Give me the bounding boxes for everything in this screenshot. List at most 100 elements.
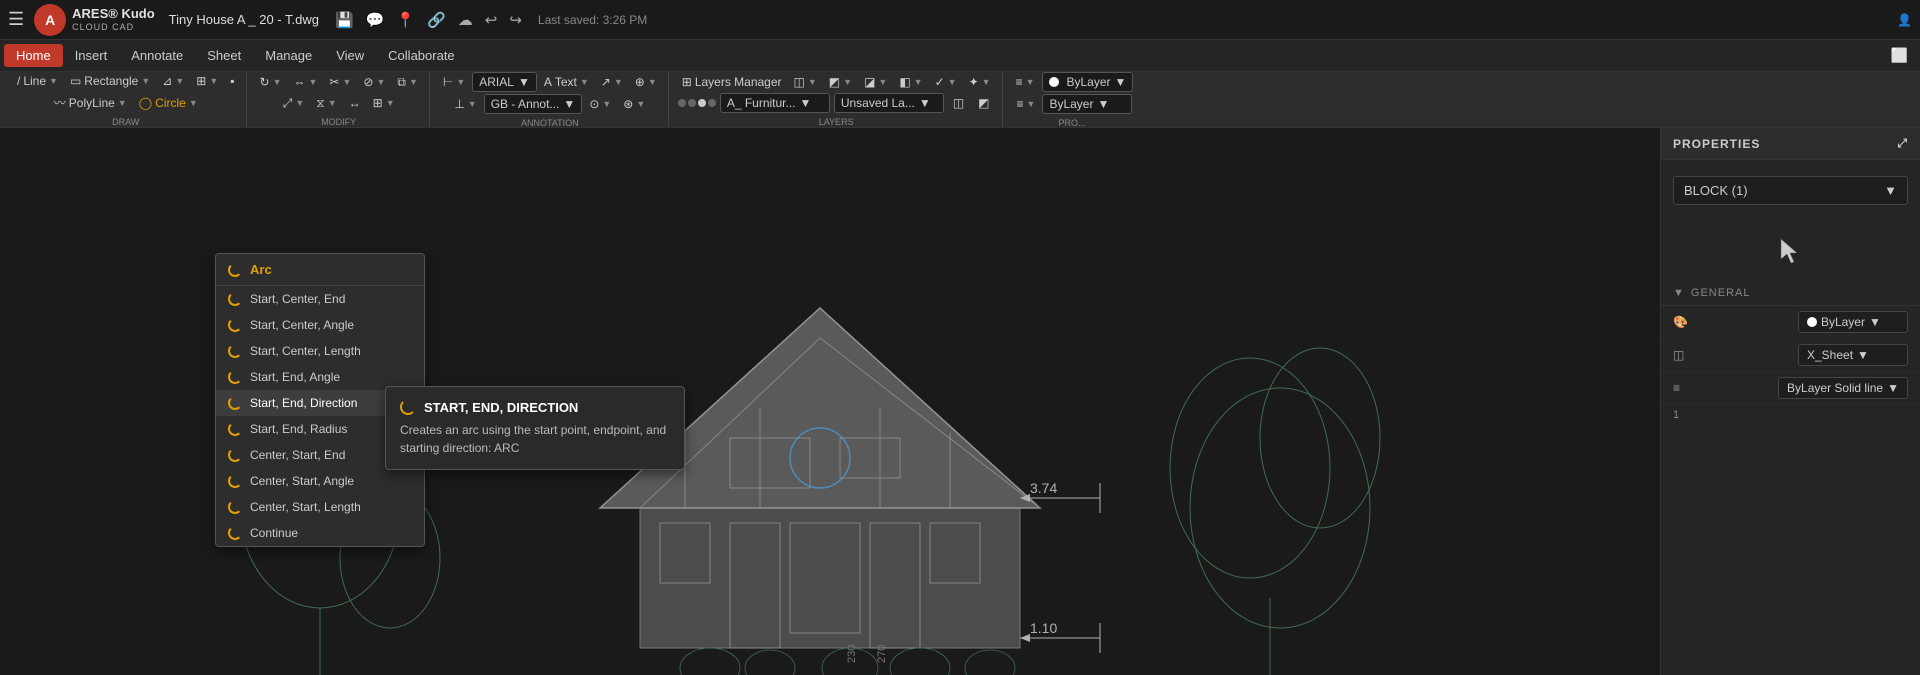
layer-state-btn2[interactable]: ◩ <box>973 94 994 112</box>
modify-btn8[interactable]: ↔ <box>344 94 366 112</box>
arc-icon-10 <box>228 526 242 540</box>
modify-btn4[interactable]: ⊘▼ <box>358 73 390 91</box>
user-avatar[interactable]: 👤 <box>1897 13 1912 27</box>
rectangle-button[interactable]: ▭ Rectangle ▼ <box>65 72 155 90</box>
bylayer-prop-row: 🎨 ByLayer ▼ <box>1661 306 1920 339</box>
collapse-icon[interactable]: ⤢ <box>1897 136 1908 151</box>
menu-home[interactable]: Home <box>4 44 63 67</box>
bylayer-dropdown2[interactable]: ByLayer ▼ <box>1042 94 1132 114</box>
minimize-panel-icon[interactable]: ⬜ <box>1891 47 1916 64</box>
layer-btn4[interactable]: ◧▼ <box>894 73 927 91</box>
circle-dropdown-arrow[interactable]: ▼ <box>189 98 198 108</box>
undo-icon[interactable]: ↩ <box>485 11 498 29</box>
marker-icon[interactable]: 📍 <box>396 11 415 29</box>
modify-btn3[interactable]: ✂▼ <box>324 73 356 91</box>
solid-line-dropdown[interactable]: ByLayer Solid line ▼ <box>1778 377 1908 399</box>
arc-start-center-length[interactable]: Start, Center, Length <box>216 338 424 364</box>
solidline-arr: ▼ <box>1887 381 1899 395</box>
layers-icon: ⊞ <box>682 75 692 89</box>
collapse-arrow-icon[interactable]: ▼ <box>1673 287 1685 299</box>
chat-icon[interactable]: 💬 <box>366 11 385 29</box>
share-icon[interactable]: 🔗 <box>427 11 446 29</box>
layers-manager-button[interactable]: ⊞ Layers Manager <box>677 73 787 91</box>
layer-state-btn1[interactable]: ◫ <box>948 94 969 112</box>
properties-header: PROPERTIES ⤢ <box>1661 128 1920 160</box>
line-button[interactable]: / Line ▼ <box>12 72 63 90</box>
toolbar-icon-group2[interactable]: ⊞ ▼ <box>191 72 223 90</box>
annot-btn6[interactable]: ⊛▼ <box>618 95 650 113</box>
arc-icon-7 <box>228 448 242 462</box>
arc-icon-4 <box>228 370 242 384</box>
polyline-dropdown-arrow[interactable]: ▼ <box>118 98 127 108</box>
svg-text:1.10: 1.10 <box>1030 620 1057 636</box>
toolbar: / Line ▼ ▭ Rectangle ▼ ⊿ ▼ ⊞ ▼ ▪ <box>0 72 1920 128</box>
menu-collaborate[interactable]: Collaborate <box>376 44 467 67</box>
toolbar-icon-group3[interactable]: ▪ <box>225 72 239 90</box>
cloud-icon[interactable]: ☁ <box>458 11 473 29</box>
arc-icon-3 <box>228 344 242 358</box>
properties-block: BLOCK (1) ▼ <box>1661 160 1920 221</box>
block-dropdown[interactable]: BLOCK (1) ▼ <box>1673 176 1908 205</box>
layer-btn2[interactable]: ◩▼ <box>824 73 857 91</box>
arc-continue[interactable]: Continue <box>216 520 424 546</box>
xsheet-dropdown[interactable]: X_Sheet ▼ <box>1798 344 1908 366</box>
layer-btn1[interactable]: ◫▼ <box>789 73 822 91</box>
rect-icon: ▭ <box>70 74 81 88</box>
xsheet-prop-row: ◫ X_Sheet ▼ <box>1661 339 1920 372</box>
prop-btn1[interactable]: ≡▼ <box>1011 73 1040 91</box>
menu-view[interactable]: View <box>324 44 376 67</box>
modify-btn1[interactable]: ↻▼ <box>255 73 287 91</box>
annot-btn1[interactable]: ⊢▼ <box>438 73 470 91</box>
modify-btn9[interactable]: ⊞▼ <box>368 94 400 112</box>
text-button[interactable]: A Text ▼ <box>539 73 594 91</box>
arc-center-start-length[interactable]: Center, Start, Length <box>216 494 424 520</box>
font-dropdown[interactable]: ARIAL ▼ <box>472 72 537 92</box>
modify-btn6[interactable]: ⤢▼ <box>278 94 310 113</box>
layer-btn5[interactable]: ✓▼ <box>930 73 962 91</box>
furniture-dropdown[interactable]: A_ Furnitur... ▼ <box>720 93 830 113</box>
properties-toolbar-label: PRO... <box>1058 118 1085 128</box>
save-icon[interactable]: 💾 <box>335 11 354 29</box>
arc-start-center-angle[interactable]: Start, Center, Angle <box>216 312 424 338</box>
arc-start-center-end[interactable]: Start, Center, End <box>216 286 424 312</box>
trim-icon: ✂ <box>329 75 339 89</box>
line-dropdown-arrow[interactable]: ▼ <box>49 76 58 86</box>
menu-insert[interactable]: Insert <box>63 44 120 67</box>
save-info: Last saved: 3:26 PM <box>538 13 647 27</box>
linetype-prop-icon: ≡ <box>1673 381 1680 395</box>
gb-annot-dropdown[interactable]: GB - Annot... ▼ <box>484 94 583 114</box>
circle-button[interactable]: ◯ Circle ▼ <box>134 94 203 112</box>
arc-icon-6 <box>228 422 242 436</box>
polyline-draw-icon: 〰 <box>54 94 66 111</box>
arc-center-start-angle[interactable]: Center, Start, Angle <box>216 468 424 494</box>
menu-sheet[interactable]: Sheet <box>195 44 253 67</box>
leader-icon: ↗ <box>601 75 611 89</box>
bylayer-dropdown[interactable]: ByLayer ▼ <box>1798 311 1908 333</box>
mirror-icon: ⇔ <box>293 75 305 89</box>
arc-icon-8 <box>228 474 242 488</box>
modify-label: MODIFY <box>321 117 356 127</box>
polyline-button[interactable]: 〰 PolyLine ▼ <box>49 92 132 113</box>
layerstate-icon2: ◩ <box>978 96 989 110</box>
modify-btn2[interactable]: ⇔▼ <box>288 73 322 91</box>
rect-dropdown-arrow[interactable]: ▼ <box>141 76 150 86</box>
modify-btn7[interactable]: ⧖▼ <box>311 94 341 113</box>
menu-annotate[interactable]: Annotate <box>119 44 195 67</box>
layer-btn6[interactable]: ✦▼ <box>964 73 996 91</box>
layer-btn3[interactable]: ◪▼ <box>859 73 892 91</box>
menu-manage[interactable]: Manage <box>253 44 324 67</box>
annot-btn5[interactable]: ⊙▼ <box>584 95 616 113</box>
canvas-area[interactable]: 3.74 1.10 230 270 Arc Start, Center, End <box>0 128 1660 675</box>
annot-btn3[interactable]: ⊕▼ <box>630 73 662 91</box>
modify-btn5[interactable]: ⧉▼ <box>392 73 423 92</box>
unsaved-dropdown[interactable]: Unsaved La... ▼ <box>834 93 944 113</box>
bylayer-dropdown1[interactable]: ByLayer ▼ <box>1042 72 1134 92</box>
annot-btn4[interactable]: ⊥▼ <box>449 95 481 113</box>
annot-btn2[interactable]: ↗▼ <box>596 73 628 91</box>
redo-icon[interactable]: ↪ <box>509 11 522 29</box>
toolbar-icon-group1[interactable]: ⊿ ▼ <box>157 72 189 90</box>
hamburger-menu-icon[interactable]: ☰ <box>8 9 24 30</box>
annotation-label: ANNOTATION <box>521 118 579 128</box>
layer-icon6: ✦ <box>969 75 979 89</box>
prop-btn2[interactable]: ≡▼ <box>1012 95 1041 113</box>
